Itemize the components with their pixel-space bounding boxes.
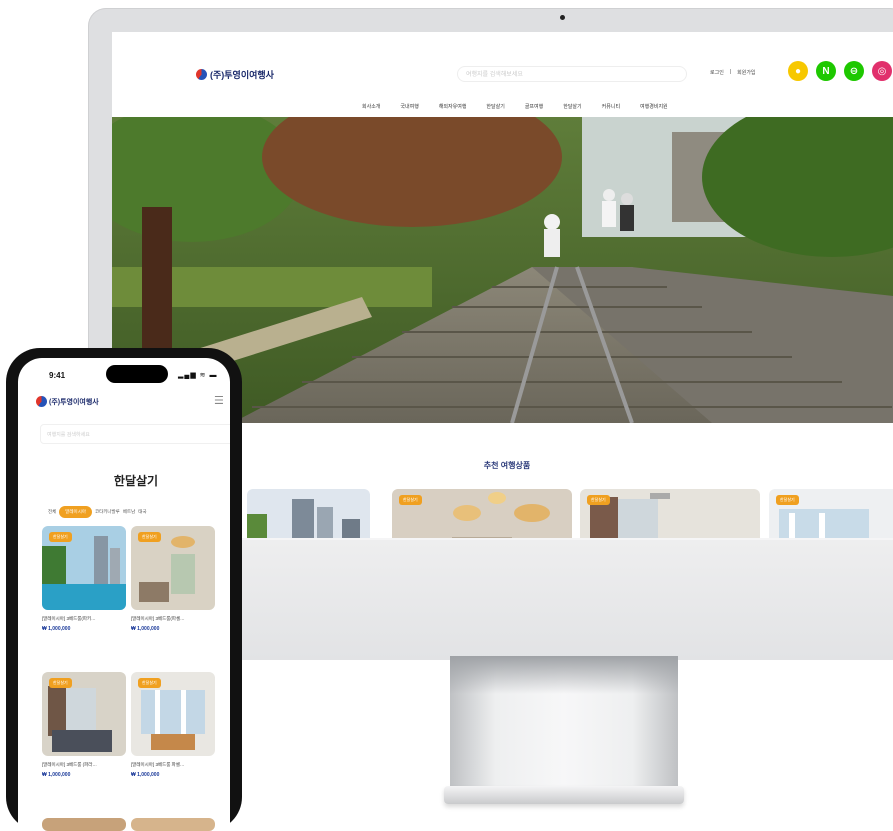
stand-shadow (450, 656, 678, 694)
chip[interactable]: 태국 (138, 509, 146, 515)
nav-item[interactable]: 국내여행 (400, 103, 418, 110)
tile-price: ₩ 1,000,000 (42, 626, 71, 632)
nav-item[interactable]: 한달살기 (486, 103, 504, 110)
nav-item[interactable]: 한달살기 (563, 103, 581, 110)
tile-name: [말레이시아] 3베드룸(파셀… (131, 616, 185, 621)
chip[interactable]: 베트남 (123, 509, 135, 515)
tile-badge: 한달살기 (138, 678, 161, 688)
product-tile[interactable]: 한달살기 (131, 672, 215, 756)
nav-item[interactable]: 커뮤니티 (602, 103, 620, 110)
naver-icon[interactable]: N (816, 61, 836, 81)
instagram-icon[interactable]: ◎ (872, 61, 892, 81)
category-chips: 전체 말레이시아 코타키나발루 베트남 태국 (48, 506, 147, 518)
mobile-logo[interactable]: (주)투영이여행사 (36, 396, 99, 407)
tile-name: [말레이시아] 3베드룸 (파라… (42, 762, 97, 767)
search-input[interactable]: 여행지를 검색해보세요 (457, 66, 687, 82)
card-badge: 한달살기 (587, 495, 610, 505)
card-badge: 한달살기 (399, 495, 422, 505)
product-tile[interactable]: 한달살기 (42, 526, 126, 610)
product-tile-partial[interactable] (42, 818, 126, 831)
site-logo[interactable]: (주)투영이여행사 (196, 68, 274, 81)
brand-name: (주)투영이여행사 (210, 70, 274, 80)
tile-badge: 한달살기 (138, 532, 161, 542)
mobile-page-title: 한달살기 (113, 474, 159, 488)
nav-item[interactable]: 회사소개 (362, 103, 380, 110)
tile-price: ₩ 1,000,000 (131, 772, 160, 778)
camera-dot (560, 15, 565, 20)
nav-item[interactable]: 여행경비지원 (640, 103, 668, 110)
smartphone: 9:41 ▂▄▆ ≋ ▬ (주)투영이여행사 ☰ 여행지를 검색하세요 한달살기… (6, 348, 242, 831)
nav-item[interactable]: 해외자유여행 (439, 103, 467, 110)
tile-badge: 한달살기 (49, 532, 72, 542)
tile-badge: 한달살기 (49, 678, 72, 688)
logo-icon (196, 69, 207, 80)
hamburger-menu-icon[interactable]: ☰ (214, 394, 224, 407)
card-badge: 한달살기 (776, 495, 799, 505)
band-icon[interactable]: ⊖ (844, 61, 864, 81)
product-tile[interactable]: 한달살기 (131, 526, 215, 610)
dynamic-island (106, 365, 168, 383)
site-header: (주)투영이여행사 여행지를 검색해보세요 로그인 | 회원가입 ● N ⊖ ◎… (112, 32, 893, 117)
kakao-icon[interactable]: ● (788, 61, 808, 81)
chip-active[interactable]: 말레이시아 (59, 506, 92, 518)
product-tile-partial[interactable] (131, 818, 215, 831)
sns-links: ● N ⊖ ◎ (788, 61, 892, 81)
chip[interactable]: 전체 (48, 509, 56, 515)
tile-price: ₩ 1,000,000 (131, 626, 160, 632)
mobile-search-input[interactable]: 여행지를 검색하세요 (40, 424, 230, 444)
product-tile[interactable]: 한달살기 (42, 672, 126, 756)
monitor-foot (444, 786, 684, 804)
status-time: 9:41 (49, 371, 66, 380)
main-nav: 회사소개 국내여행 해외자유여행 한달살기 골프여행 한달살기 커뮤니티 여행경… (362, 103, 668, 110)
mobile-screen: 9:41 ▂▄▆ ≋ ▬ (주)투영이여행사 ☰ 여행지를 검색하세요 한달살기… (18, 358, 230, 831)
status-icons: ▂▄▆ ≋ ▬ (178, 372, 218, 379)
mobile-brand: (주)투영이여행사 (49, 398, 99, 406)
chip[interactable]: 코타키나발루 (95, 509, 120, 515)
signup-link[interactable]: 회원가입 (737, 69, 755, 76)
util-links: 로그인 | 회원가입 (710, 69, 756, 76)
tile-name: [말레이시아] 3베드룸(파키… (42, 616, 96, 621)
nav-item[interactable]: 골프여행 (525, 103, 543, 110)
logo-icon (36, 396, 47, 407)
tile-price: ₩ 1,000,000 (42, 772, 71, 778)
login-link[interactable]: 로그인 (710, 69, 724, 76)
tile-name: [말레이시아] 3베드룸 파셀… (131, 762, 185, 767)
